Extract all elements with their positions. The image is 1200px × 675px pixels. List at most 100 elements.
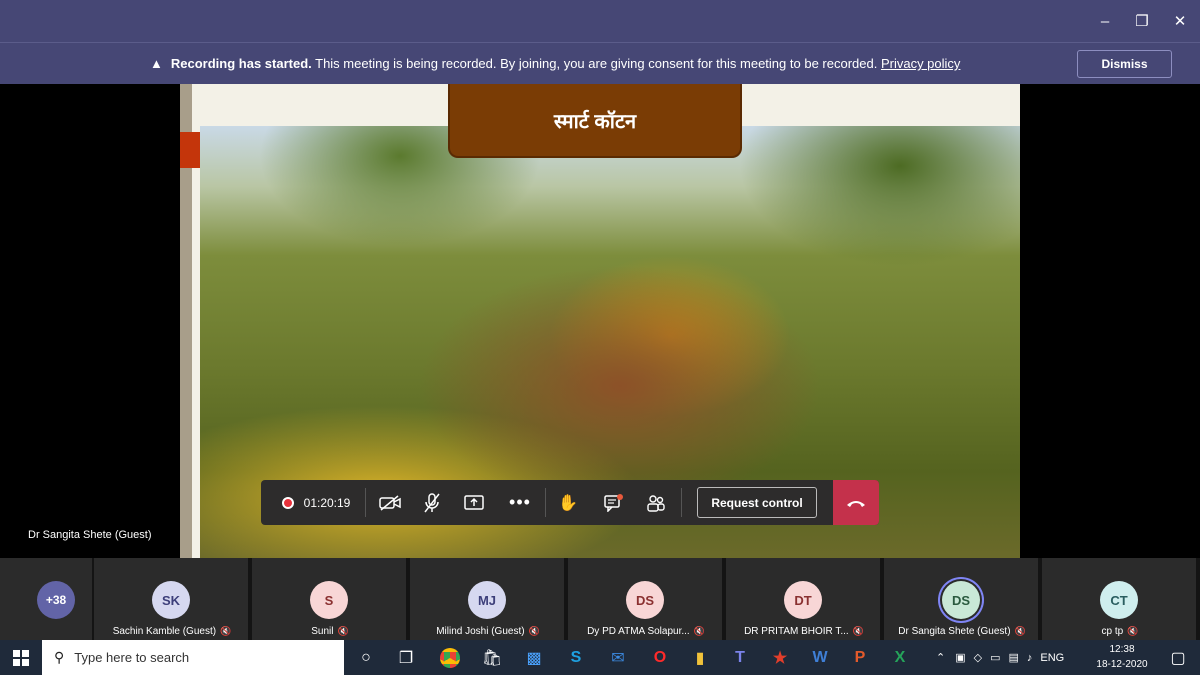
chrome-icon[interactable] <box>430 640 470 675</box>
usb-icon[interactable]: ◇ <box>974 651 982 664</box>
mic-muted-icon: 🔇 <box>1014 626 1026 636</box>
privacy-policy-link[interactable]: Privacy policy <box>881 56 960 71</box>
participant-tile[interactable]: DS Dr Sangita Shete (Guest) 🔇 <box>884 558 1038 640</box>
store-icon[interactable]: 🛍 <box>472 640 512 675</box>
more-participants-badge[interactable]: +38 <box>37 581 75 619</box>
input-language[interactable]: ENG <box>1040 652 1064 664</box>
participant-name-label: Dr Sangita Shete (Guest) <box>898 626 1011 637</box>
powerpoint-icon[interactable]: P <box>840 640 880 675</box>
windows-start-icon[interactable] <box>0 640 42 675</box>
participant-name: cp tp 🔇 <box>1048 626 1192 637</box>
avatar: MJ <box>468 581 506 619</box>
slide-title: स्मार्ट कॉटन <box>448 84 742 158</box>
record-dot-icon <box>281 496 294 509</box>
cortana-icon[interactable]: ○ <box>346 640 386 675</box>
participant-tile[interactable]: DS Dy PD ATMA Solapur... 🔇 <box>568 558 722 640</box>
mic-muted-icon: 🔇 <box>337 626 349 636</box>
participant-tile[interactable]: S Sunil 🔇 <box>252 558 406 640</box>
participants-icon[interactable] <box>633 480 679 525</box>
avatar: DS <box>626 581 664 619</box>
camera-off-icon[interactable] <box>367 480 413 525</box>
participant-name-label: Sachin Kamble (Guest) <box>112 626 217 637</box>
recording-notice: ▲ Recording has started. This meeting is … <box>150 56 960 71</box>
participant-name: Dr Sangita Shete (Guest) 🔇 <box>890 626 1034 637</box>
participant-name: Milind Joshi (Guest) 🔇 <box>416 626 560 637</box>
phone-hangup-icon <box>847 500 865 507</box>
network-icon[interactable]: ▤ <box>1009 651 1019 664</box>
warning-icon: ▲ <box>150 56 163 71</box>
chat-icon[interactable] <box>591 480 637 525</box>
restore-icon[interactable]: ❐ <box>1127 6 1157 36</box>
share-screen-icon[interactable] <box>451 480 497 525</box>
avatar: DT <box>784 581 822 619</box>
more-participants-tile[interactable]: +38 <box>0 558 92 640</box>
participant-name-label: Milind Joshi (Guest) <box>436 626 525 637</box>
call-toolbar: 01:20:19 ••• ✋ Request control <box>261 480 879 525</box>
avatar: DS <box>942 581 980 619</box>
participant-name-label: cp tp <box>1101 626 1124 637</box>
shared-content-stage: स्मार्ट कॉटन Dr Sangita Shete (Guest) 01… <box>0 84 1200 558</box>
participant-name: DR PRITAM BHOIR T... 🔇 <box>732 626 876 637</box>
volume-icon[interactable]: ♪ <box>1027 652 1033 664</box>
raise-hand-icon[interactable]: ✋ <box>545 480 591 525</box>
call-timer: 01:20:19 <box>303 495 351 510</box>
clock-date: 18-12-2020 <box>1096 659 1148 670</box>
title-bar: – ❐ ✕ <box>0 0 1200 42</box>
recording-started-label: Recording has started. <box>170 56 312 71</box>
opera-icon[interactable]: O <box>640 640 680 675</box>
system-tray: ⌃ ▣ ◇ ▭ ▤ ♪ ENG <box>936 640 1064 675</box>
participant-tile[interactable]: MJ Milind Joshi (Guest) 🔇 <box>410 558 564 640</box>
participant-tile[interactable]: DT DR PRITAM BHOIR T... 🔇 <box>726 558 880 640</box>
participant-name: Dy PD ATMA Solapur... 🔇 <box>574 626 718 637</box>
battery-icon[interactable]: ▭ <box>990 651 1000 664</box>
minimize-icon[interactable]: – <box>1090 6 1120 36</box>
clock-time: 12:38 <box>1109 644 1135 655</box>
hang-up-button[interactable] <box>833 480 879 525</box>
participant-name-label: Sunil <box>311 626 334 637</box>
mic-muted-icon: 🔇 <box>852 626 864 636</box>
remote-desktop-icon[interactable]: ▩ <box>514 640 554 675</box>
toolbar-divider <box>681 488 682 517</box>
windows-taskbar: ⚲ Type here to search ○ ❐ 🛍 ▩ S ✉ O ▮ T … <box>0 640 1200 675</box>
participant-tile[interactable]: CT cp tp 🔇 <box>1042 558 1196 640</box>
request-control-button[interactable]: Request control <box>697 487 817 518</box>
meet-now-icon[interactable]: ▣ <box>955 651 965 664</box>
search-placeholder: Type here to search <box>74 650 190 665</box>
dismiss-button[interactable]: Dismiss <box>1077 50 1172 78</box>
presenter-name: Dr Sangita Shete (Guest) <box>28 529 152 541</box>
search-icon: ⚲ <box>54 649 65 665</box>
word-icon[interactable]: W <box>800 640 840 675</box>
participant-name-label: DR PRITAM BHOIR T... <box>744 626 849 637</box>
avatar: SK <box>152 581 190 619</box>
mic-muted-icon: 🔇 <box>1127 626 1139 636</box>
recording-consent-text: This meeting is being recorded. By joini… <box>311 56 881 71</box>
toolbar-divider <box>365 488 366 517</box>
participant-strip: +38 SK Sachin Kamble (Guest) 🔇 S Sunil 🔇 MJ Mil… <box>0 558 1200 640</box>
skype-icon[interactable]: S <box>556 640 596 675</box>
participant-name-label: Dy PD ATMA Solapur... <box>587 626 690 637</box>
mic-muted-icon: 🔇 <box>693 626 705 636</box>
recording-indicator: 01:20:19 <box>271 480 361 525</box>
notification-icon[interactable]: ▢ <box>1158 640 1198 675</box>
participant-tile[interactable]: SK Sachin Kamble (Guest) 🔇 <box>94 558 248 640</box>
file-explorer-icon[interactable]: ▮ <box>680 640 720 675</box>
excel-icon[interactable]: X <box>880 640 920 675</box>
mic-muted-icon: 🔇 <box>220 626 232 636</box>
mail-icon[interactable]: ✉ <box>598 640 638 675</box>
acrobat-icon[interactable]: ★ <box>760 640 800 675</box>
mic-muted-icon: 🔇 <box>528 626 540 636</box>
mic-off-icon[interactable] <box>409 480 455 525</box>
slide-red-marker <box>180 132 200 168</box>
recording-banner: ▲ Recording has started. This meeting is … <box>0 42 1200 84</box>
taskbar-clock[interactable]: 12:38 18-12-2020 <box>1090 642 1154 672</box>
participant-name: Sunil 🔇 <box>258 626 402 637</box>
taskbar-search-input[interactable]: ⚲ Type here to search <box>42 640 344 675</box>
avatar: CT <box>1100 581 1138 619</box>
more-options-icon[interactable]: ••• <box>497 480 543 525</box>
avatar: S <box>310 581 348 619</box>
teams-icon[interactable]: T <box>720 640 760 675</box>
close-icon[interactable]: ✕ <box>1165 6 1195 36</box>
task-view-icon[interactable]: ❐ <box>386 640 426 675</box>
show-hidden-icons-icon[interactable]: ⌃ <box>936 651 945 664</box>
participant-name: Sachin Kamble (Guest) 🔇 <box>100 626 244 637</box>
